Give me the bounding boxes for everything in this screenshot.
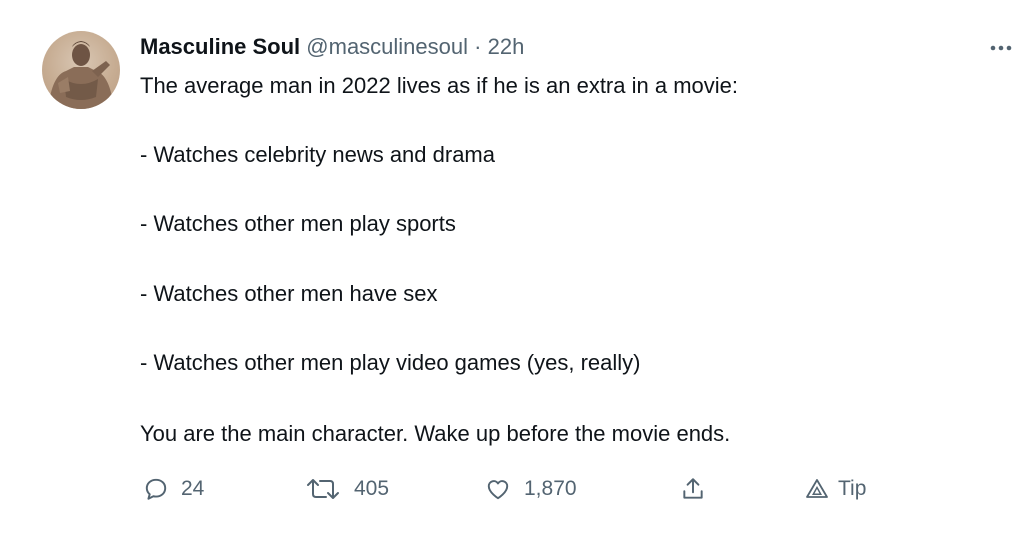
retweet-button[interactable]: 405 [304,473,389,505]
author-name[interactable]: Masculine Soul [140,34,300,59]
tweet-timestamp[interactable]: 22h [488,34,525,59]
author-handle[interactable]: @masculinesoul [306,34,468,59]
header-separator: · [474,34,482,59]
like-count: 1,870 [524,477,577,500]
avatar[interactable] [42,31,120,109]
reply-icon [145,478,167,500]
tweet-line: The average man in 2022 lives as if he i… [140,73,738,98]
like-button[interactable]: 1,870 [484,473,577,505]
tweet-line: You are the main character. Wake up befo… [140,421,731,446]
heart-icon [487,480,509,500]
retweet-count: 405 [354,477,390,500]
share-button[interactable] [680,473,706,505]
more-dots-icon [990,45,1012,51]
avatar-statue-image [48,41,114,109]
tweet-line: - Watches celebrity news and drama [140,142,495,167]
share-icon [683,478,703,499]
more-options-button[interactable] [984,36,1018,60]
tweet-line: - Watches other men have sex [140,281,438,306]
tweet-line: - Watches other men play sports [140,211,456,236]
tip-icon [806,479,828,498]
tip-label: Tip [838,477,867,500]
reply-button[interactable]: 24 [143,473,204,505]
tweet-card[interactable]: Masculine Soul @masculinesoul · 22h The … [0,0,1036,541]
tweet-header: Masculine Soul @masculinesoul · 22h [140,34,524,60]
tweet-line: - Watches other men play video games (ye… [140,350,641,375]
retweet-icon [307,479,339,499]
tip-button[interactable]: Tip [804,473,866,505]
reply-count: 24 [181,477,205,500]
